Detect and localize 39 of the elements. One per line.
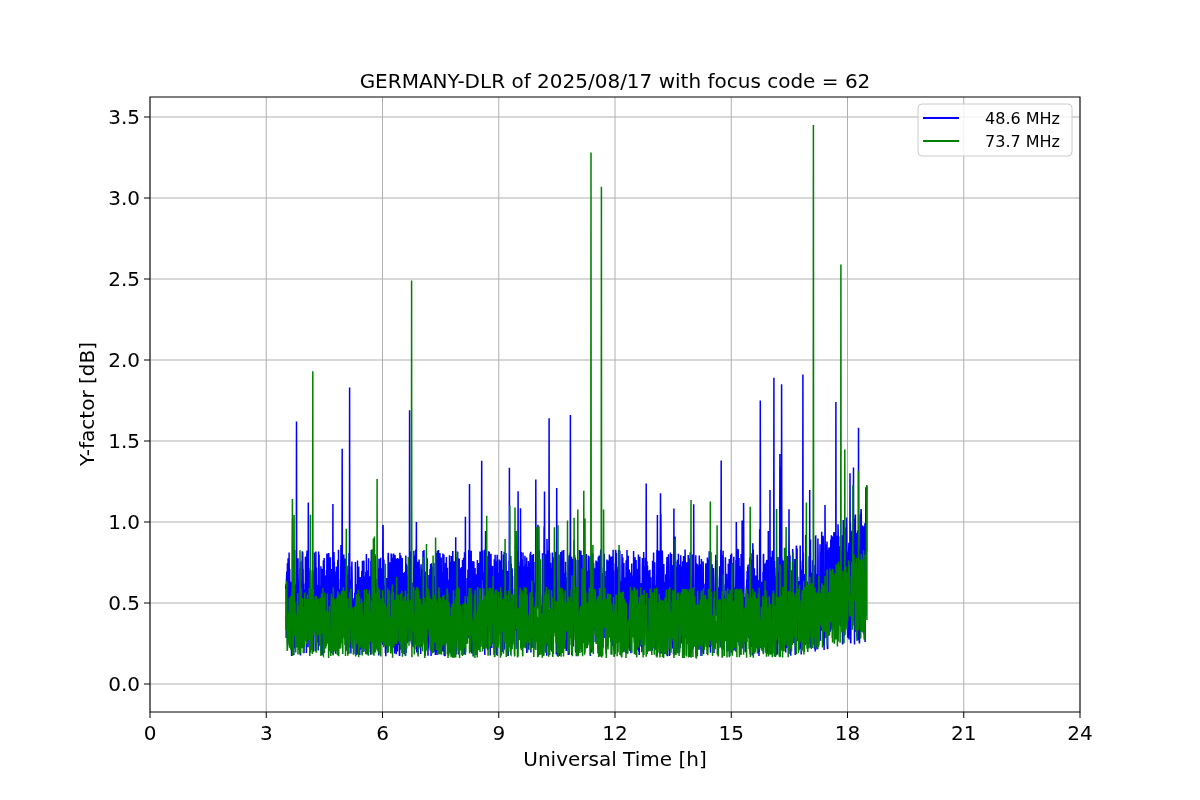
tick-mark (963, 711, 965, 719)
tick-mark (143, 197, 151, 199)
tick-mark (143, 359, 151, 361)
x-tick-label: 0 (143, 721, 157, 745)
y-tick-label: 3.5 (108, 105, 140, 129)
tick-mark (143, 683, 151, 685)
tick-mark (730, 711, 732, 719)
y-tick-label: 1.5 (108, 429, 140, 453)
tick-mark (265, 711, 267, 719)
x-tick-label: 18 (834, 721, 861, 745)
y-tick-label: 2.0 (108, 348, 140, 372)
tick-mark (143, 116, 151, 118)
y-tick-label: 2.5 (108, 267, 140, 291)
tick-mark (382, 711, 383, 719)
tick-mark (143, 521, 151, 523)
y-tick-label: 0.0 (108, 672, 140, 696)
tick-mark (498, 711, 500, 719)
tick-mark (149, 711, 151, 719)
x-tick-label: 3 (259, 721, 273, 745)
tick-mark (143, 440, 151, 442)
x-tick-label: 21 (951, 721, 977, 745)
tick-mark (614, 711, 616, 719)
tick-mark (143, 278, 151, 280)
tick-mark (143, 602, 151, 604)
x-tick-label: 24 (1067, 721, 1093, 745)
legend-label: 48.6 MHz (985, 109, 1060, 128)
y-axis-label: Y-factor [dB] (75, 342, 99, 466)
x-tick-label: 9 (492, 721, 506, 745)
x-axis-label: Universal Time [h] (523, 747, 707, 771)
x-tick-label: 12 (602, 721, 628, 745)
x-tick-label: 15 (718, 721, 744, 745)
legend-label: 73.7 MHz (985, 132, 1060, 151)
tick-mark (1079, 711, 1081, 719)
x-tick-label: 6 (376, 721, 389, 745)
y-tick-label: 0.5 (108, 591, 140, 615)
chart-title: GERMANY-DLR of 2025/08/17 with focus code = 62 (359, 69, 871, 93)
y-tick-label: 1.0 (108, 510, 140, 534)
y-tick-label: 3.0 (108, 186, 140, 210)
tick-mark (847, 711, 848, 719)
